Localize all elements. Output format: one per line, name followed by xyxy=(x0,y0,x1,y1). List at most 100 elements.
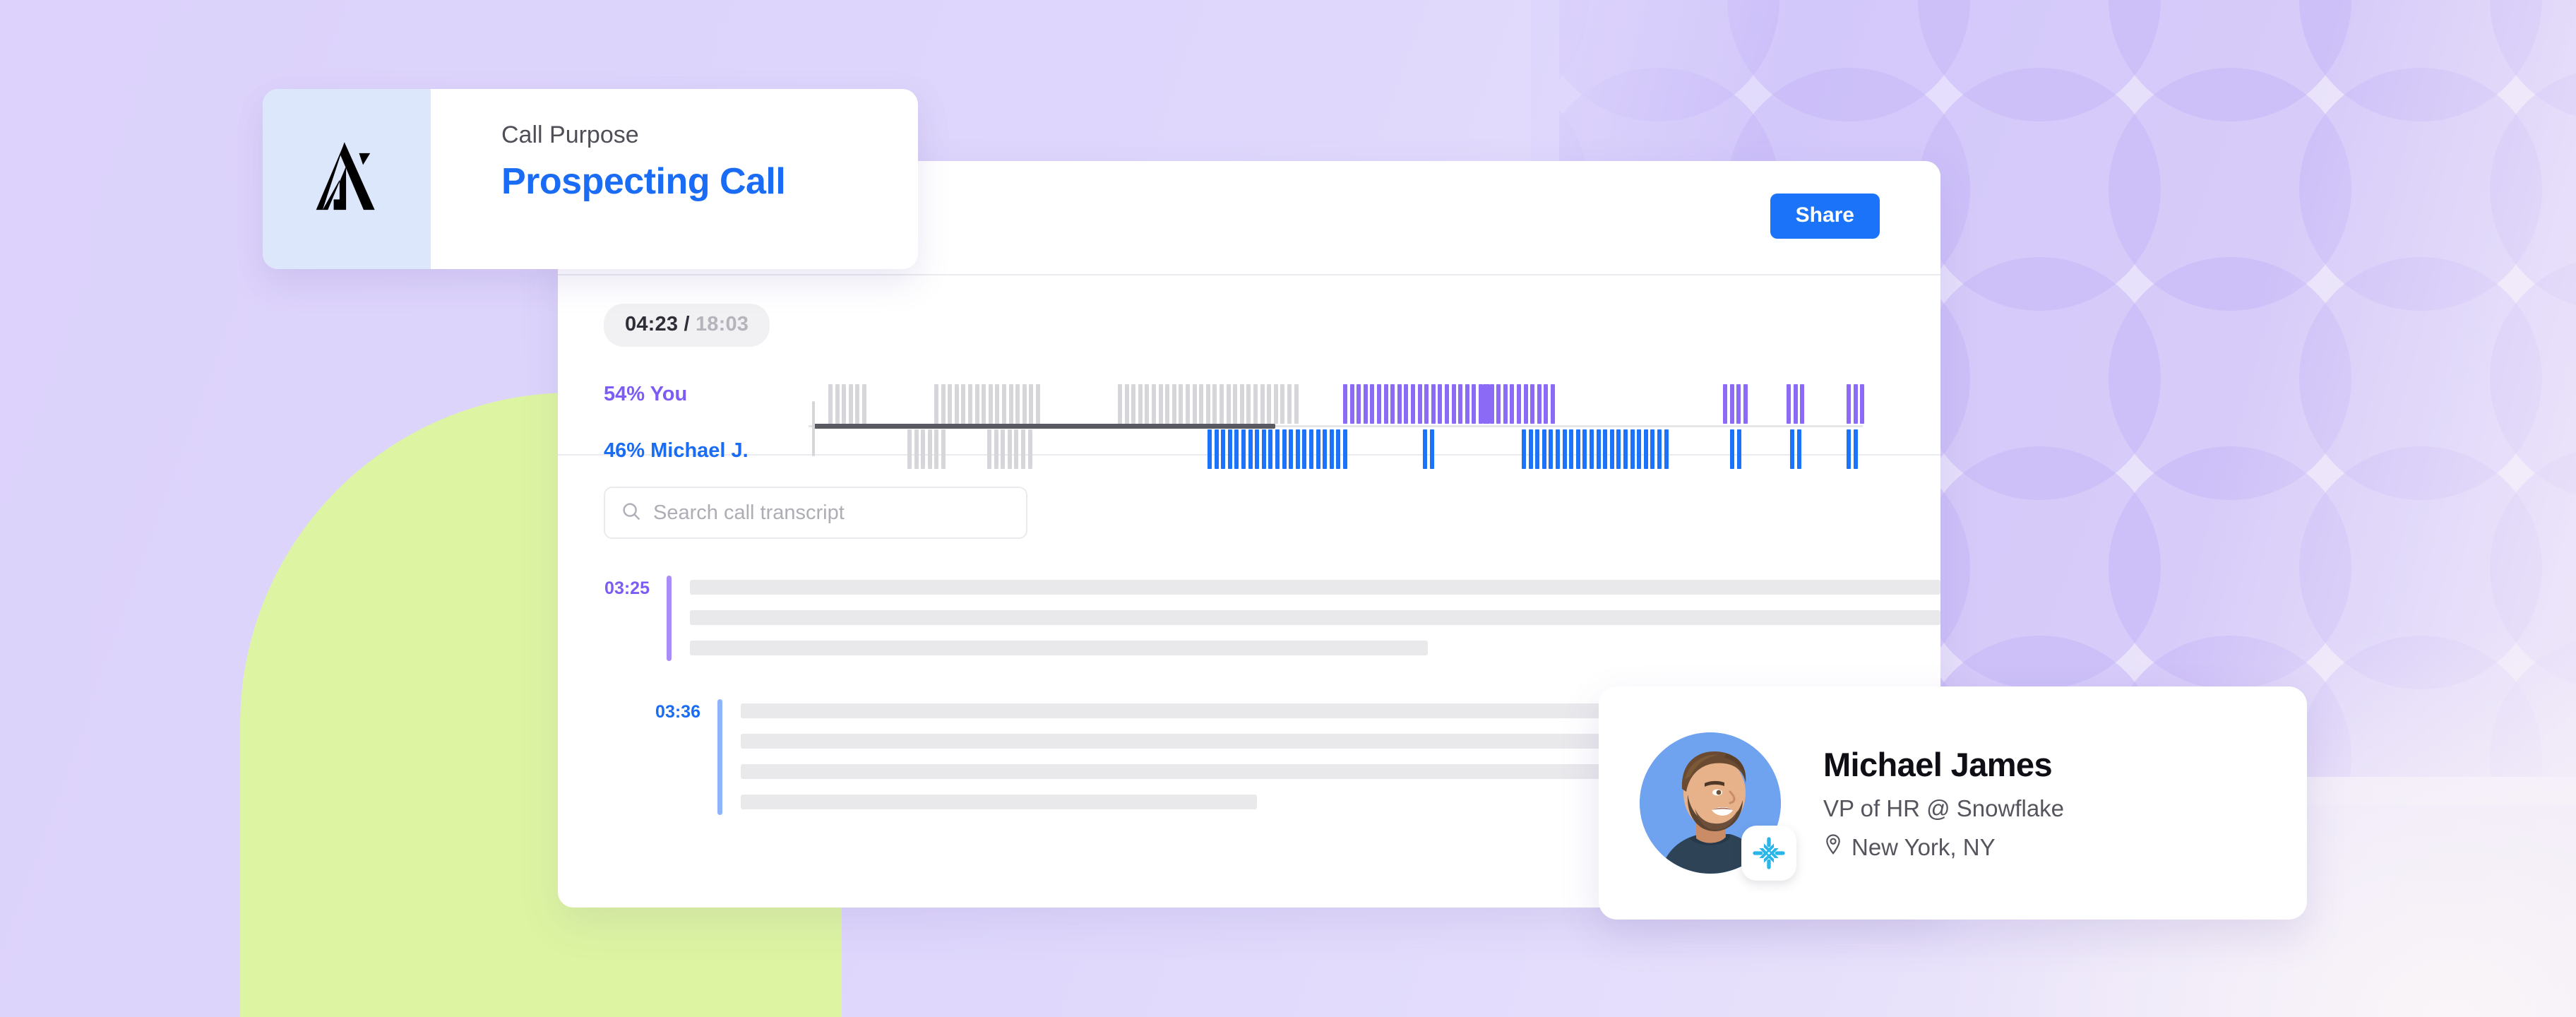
waveform-bar xyxy=(1001,429,1006,469)
waveform-bar xyxy=(1280,384,1285,424)
waveform-bar xyxy=(1309,429,1313,469)
waveform-bar xyxy=(1736,429,1741,469)
waveform-bar xyxy=(1015,384,1020,424)
waveform-bar xyxy=(1424,384,1429,424)
waveform-bar xyxy=(1022,384,1027,424)
waveform-bar xyxy=(1171,384,1176,424)
waveform-bar xyxy=(1253,384,1258,424)
waveform-bar xyxy=(1273,384,1278,424)
waveform-bar xyxy=(1124,384,1129,424)
waveform-bar xyxy=(1417,384,1422,424)
waveform-bar xyxy=(954,384,959,424)
total-time: 18:03 xyxy=(695,313,749,335)
waveform-bar xyxy=(1569,429,1574,469)
waveform-bar xyxy=(1179,384,1183,424)
search-box[interactable] xyxy=(604,487,1027,539)
waveform-bar xyxy=(1227,429,1232,469)
call-purpose-label: Call Purpose xyxy=(501,121,639,148)
waveform-bar xyxy=(1787,384,1791,424)
waveform-bar xyxy=(1528,429,1533,469)
waveform-bar xyxy=(1383,384,1388,424)
waveform-bar xyxy=(1205,384,1210,424)
search-input[interactable] xyxy=(653,501,1010,525)
waveform-bar xyxy=(1847,429,1851,469)
waveform-bar xyxy=(1523,384,1528,424)
waveform-bar xyxy=(1657,429,1662,469)
waveform-bar xyxy=(1002,384,1006,424)
waveform-bar xyxy=(1221,429,1226,469)
share-button[interactable]: Share xyxy=(1770,194,1880,239)
waveform-bar xyxy=(1397,384,1402,424)
waveform-bar xyxy=(988,384,993,424)
waveform-bar xyxy=(1790,429,1794,469)
waveform-bar xyxy=(1021,429,1025,469)
waveform-bars[interactable] xyxy=(809,381,1940,477)
waveform-bar xyxy=(907,429,912,469)
waveform-bar xyxy=(1261,429,1266,469)
waveform-bar xyxy=(1544,384,1549,424)
waveform-bar xyxy=(1131,384,1136,424)
waveform-track[interactable] xyxy=(809,381,1940,477)
transcript-timestamp[interactable]: 03:25 xyxy=(558,576,650,599)
waveform-wrapper: 54% You 46% Michael J. xyxy=(558,381,1940,480)
waveform-bar xyxy=(1537,384,1542,424)
waveform-bar xyxy=(948,384,953,424)
waveform-bar xyxy=(1729,384,1734,424)
waveform-bar xyxy=(941,429,946,469)
waveform-bar xyxy=(1165,384,1170,424)
waveform-bar xyxy=(1736,384,1741,424)
waveform-bar xyxy=(1349,384,1354,424)
waveform-bar xyxy=(974,384,979,424)
waveform-bar xyxy=(1370,384,1375,424)
transcript-text-line xyxy=(690,641,1428,655)
search-icon xyxy=(621,501,642,525)
call-purpose-value: Prospecting Call xyxy=(501,161,786,202)
transcript-timestamp[interactable]: 03:36 xyxy=(609,699,700,722)
waveform-bar xyxy=(1582,429,1587,469)
waveform-bar xyxy=(1530,384,1535,424)
waveform-bar xyxy=(1289,429,1294,469)
waveform-bar xyxy=(842,384,847,424)
waveform-bar xyxy=(1616,429,1621,469)
waveform-bar xyxy=(1007,429,1012,469)
waveform-bar xyxy=(1496,384,1501,424)
playback-time-pill[interactable]: 04:23 / 18:03 xyxy=(604,304,770,347)
waveform-bar xyxy=(1192,384,1197,424)
waveform-bar xyxy=(1145,384,1150,424)
waveform-bar xyxy=(1186,384,1190,424)
ampersand-a-logo-icon xyxy=(305,136,388,222)
waveform-bar xyxy=(1275,429,1280,469)
waveform-bar xyxy=(848,384,853,424)
waveform-bar xyxy=(1431,384,1436,424)
contact-name: Michael James xyxy=(1823,745,2053,783)
waveform-bar xyxy=(1302,429,1307,469)
waveform-bar xyxy=(1208,429,1212,469)
waveform-bar xyxy=(1356,384,1361,424)
waveform-bar xyxy=(1260,384,1265,424)
call-purpose-card: Call Purpose Prospecting Call xyxy=(263,89,918,269)
waveform-bar xyxy=(1522,429,1526,469)
waveform-bar xyxy=(995,384,1000,424)
waveform-bar xyxy=(1118,384,1122,424)
waveform-bar xyxy=(1465,384,1469,424)
waveform-bar xyxy=(1411,384,1415,424)
waveform-bar xyxy=(1596,429,1601,469)
waveform-bar xyxy=(1329,429,1334,469)
waveform-bar xyxy=(1664,429,1669,469)
waveform-bar xyxy=(1472,384,1477,424)
waveform-bar xyxy=(1575,429,1580,469)
waveform-bar xyxy=(921,429,926,469)
transcript-speaker-bar xyxy=(717,699,722,815)
avatar-wrapper xyxy=(1640,732,1796,881)
waveform-bar xyxy=(1510,384,1515,424)
waveform-bar xyxy=(1730,429,1734,469)
waveform-bar xyxy=(968,384,972,424)
waveform-bar xyxy=(1294,384,1299,424)
waveform-bar xyxy=(1295,429,1300,469)
transcript-entry[interactable]: 03:25 xyxy=(558,576,1940,661)
waveform-bar xyxy=(1199,384,1204,424)
waveform-bar xyxy=(1643,429,1648,469)
waveform-bar xyxy=(1603,429,1608,469)
waveform-bar xyxy=(982,384,986,424)
app-logo-panel xyxy=(263,89,431,269)
